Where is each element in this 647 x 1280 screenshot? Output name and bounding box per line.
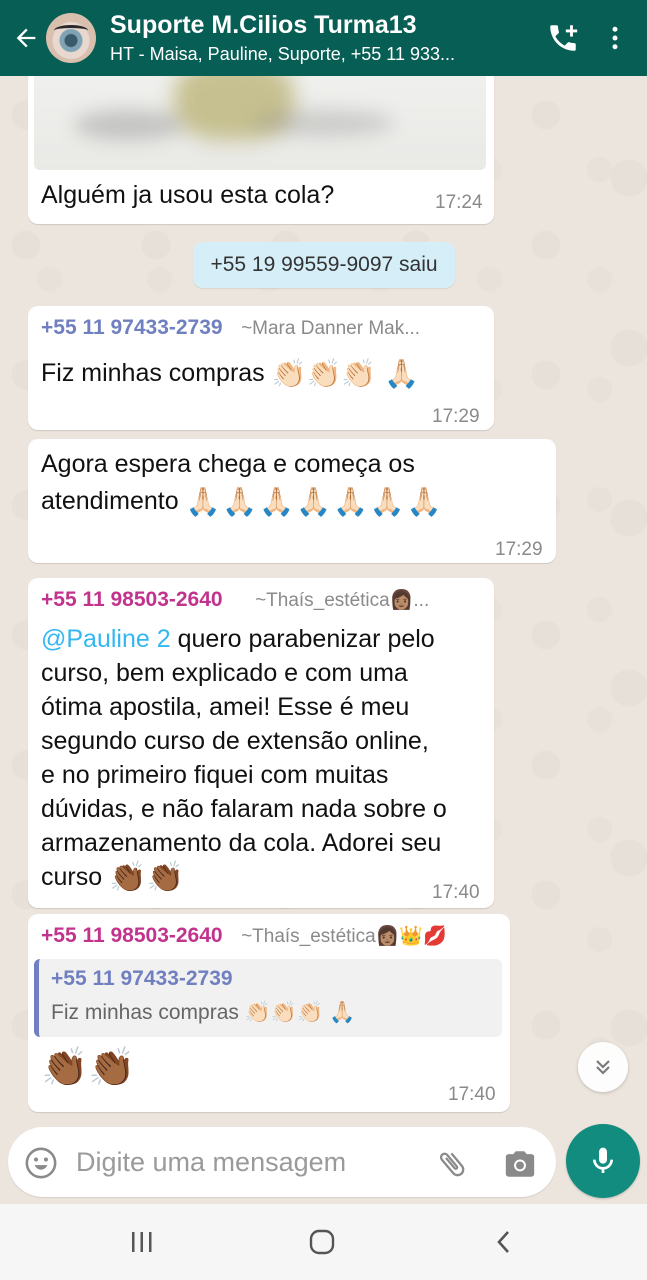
camera-button[interactable]: [500, 1144, 540, 1184]
scroll-to-bottom-button[interactable]: [578, 1042, 628, 1092]
group-name: Suporte M.Cilios Turma13: [110, 11, 417, 39]
image-thumbnail[interactable]: [34, 76, 486, 170]
recent-apps-icon: [132, 1232, 152, 1252]
smiley-icon: [25, 1147, 57, 1179]
sender-phone[interactable]: +55 11 98503-2640: [41, 924, 223, 947]
clap-emoji: 👏🏾👏🏾: [41, 1047, 136, 1089]
quoted-message[interactable]: +55 11 97433-2739 Fiz minhas compras 👏🏻👏…: [34, 959, 502, 1037]
home-button[interactable]: [292, 1222, 352, 1262]
message-time: 17:24: [435, 192, 483, 213]
attach-button[interactable]: [432, 1144, 472, 1184]
compose-pill: [8, 1127, 556, 1197]
group-participants: HT - Maisa, Pauline, Suporte, +55 11 933…: [110, 44, 456, 64]
compose-bar: [0, 1120, 647, 1204]
sender-phone[interactable]: +55 11 98503-2640: [41, 588, 223, 611]
message-line: armazenamento da cola. Adorei seu: [41, 829, 442, 857]
camera-icon: [505, 1151, 535, 1177]
add-call-icon: [550, 25, 578, 51]
home-icon: [309, 1229, 335, 1255]
message-time: 17:29: [432, 406, 480, 427]
message-line: atendimento: [41, 487, 179, 515]
message-input[interactable]: [76, 1141, 416, 1183]
message-line: e no primeiro fiquei com muitas: [41, 761, 389, 789]
clap-emoji: 👏🏾👏🏾: [109, 861, 184, 895]
text-message[interactable]: +55 11 97433-2739 ~Mara Danner Mak... Fi…: [28, 306, 494, 430]
quoted-text: Fiz minhas compras: [51, 1001, 239, 1024]
message-time: 17:40: [448, 1084, 496, 1105]
message-sender-row: +55 11 98503-2640 ~Thaís_estética👩🏽👑💋: [41, 924, 447, 948]
quoted-sender: +55 11 97433-2739: [51, 967, 233, 990]
message-line: dúvidas, e não falaram nada sobre o: [41, 795, 447, 823]
pray-emoji: 🙏🏻🙏🏻🙏🏻🙏🏻🙏🏻🙏🏻🙏🏻: [185, 486, 444, 518]
emoji-button[interactable]: [22, 1144, 60, 1182]
sender-pushname: ~Mara Danner Mak...: [241, 318, 421, 339]
paperclip-icon: [439, 1152, 465, 1177]
more-options-button[interactable]: [589, 0, 641, 76]
sender-pushname: ~Thaís_estética👩🏽...: [255, 590, 430, 611]
recent-apps-button[interactable]: [112, 1222, 172, 1262]
sender-phone[interactable]: +55 11 97433-2739: [41, 316, 223, 339]
message-line: Agora espera chega e começa os: [41, 450, 415, 478]
mic-icon: [593, 1147, 613, 1173]
arrow-left-icon: [16, 28, 36, 48]
back-nav-button[interactable]: [474, 1222, 534, 1262]
message-line: curso, bem explicado e com uma: [41, 659, 408, 687]
message-text: Fiz minhas compras 👏🏻👏🏻👏🏻 🙏🏻: [41, 356, 419, 391]
quoted-text-row: Fiz minhas compras 👏🏻👏🏻👏🏻 🙏🏻: [51, 1001, 355, 1025]
chat-header: Suporte M.Cilios Turma13 HT - Maisa, Pau…: [0, 0, 647, 76]
double-chevron-down-icon: [596, 1060, 610, 1075]
message-line: ótima apostila, amei! Esse é meu: [41, 693, 410, 721]
image-caption: Alguém ja usou esta cola?: [41, 181, 335, 209]
clap-emoji: 👏🏻👏🏻👏🏻 🙏🏻: [271, 358, 419, 390]
add-call-button[interactable]: [537, 0, 589, 76]
quoted-emoji: 👏🏻👏🏻👏🏻 🙏🏻: [244, 1001, 356, 1025]
sender-pushname: ~Thaís_estética👩🏽👑💋: [241, 926, 447, 947]
reply-message[interactable]: +55 11 98503-2640 ~Thaís_estética👩🏽👑💋 +5…: [28, 914, 510, 1112]
text-message[interactable]: +55 11 98503-2640 ~Thaís_estética👩🏽... @…: [28, 578, 494, 908]
image-message[interactable]: Alguém ja usou esta cola? 17:24: [28, 76, 494, 224]
message-body: @Pauline 2 quero parabenizar pelo curso,…: [41, 622, 491, 895]
mention-link[interactable]: @Pauline 2: [41, 625, 171, 653]
message-line: curso: [41, 863, 103, 891]
message-text: atendimento 🙏🏻🙏🏻🙏🏻🙏🏻🙏🏻🙏🏻🙏🏻: [41, 484, 444, 519]
message-line: segundo curso de extensão online,: [41, 727, 429, 755]
group-avatar[interactable]: [46, 13, 96, 63]
message-line: quero parabenizar pelo: [170, 625, 435, 653]
system-nav-bar: [0, 1204, 647, 1280]
chat-area[interactable]: Alguém ja usou esta cola? 17:24 +55 19 9…: [0, 76, 647, 1120]
system-notice-text: +55 19 99559-9097 saiu: [210, 253, 438, 276]
message-time: 17:40: [432, 882, 480, 903]
message-time: 17:29: [495, 539, 543, 560]
system-notice: +55 19 99559-9097 saiu: [193, 242, 455, 288]
more-vert-icon: [612, 26, 618, 50]
message-sender-row: +55 11 98503-2640 ~Thaís_estética👩🏽...: [41, 588, 429, 612]
back-button[interactable]: [6, 0, 46, 76]
voice-message-button[interactable]: [566, 1124, 640, 1198]
message-body: Fiz minhas compras: [41, 359, 265, 387]
chat-title-area[interactable]: Suporte M.Cilios Turma13 HT - Maisa, Pau…: [110, 10, 537, 66]
chevron-left-icon: [497, 1231, 509, 1253]
text-message[interactable]: Agora espera chega e começa os atendimen…: [28, 439, 556, 563]
message-sender-row: +55 11 97433-2739 ~Mara Danner Mak...: [41, 316, 420, 340]
